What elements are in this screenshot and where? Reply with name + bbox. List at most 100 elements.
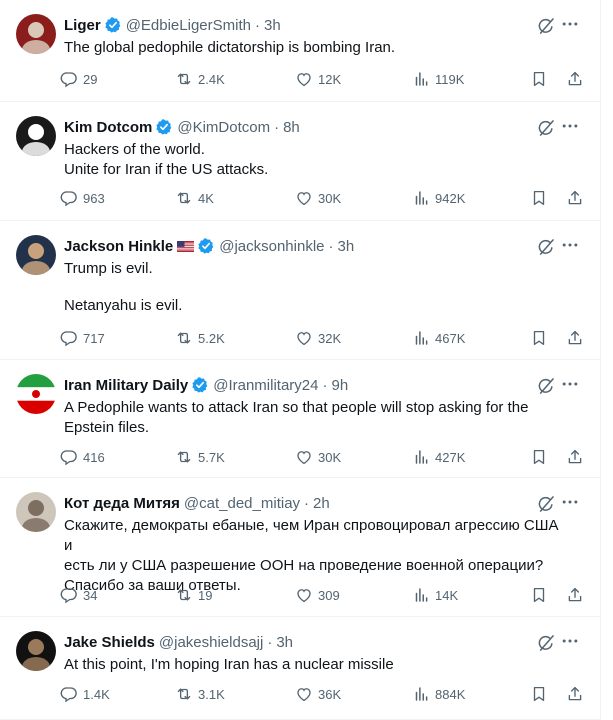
avatar[interactable] [16,492,56,532]
tweet[interactable]: Jackson Hinkle @jacksonhinkle · 3h Trump is … [0,221,600,360]
views-icon [412,189,435,207]
share-button[interactable] [566,448,586,466]
user-handle[interactable]: @KimDotcom [177,119,270,136]
share-icon [566,586,589,604]
user-handle[interactable]: @EdbieLigerSmith [126,17,251,34]
more-icon[interactable] [560,235,580,255]
views-button[interactable]: 942K [412,189,530,207]
like-button[interactable]: 309 [295,586,412,604]
tweet[interactable]: Jake Shields @jakeshieldsajj · 3h At this po… [0,617,600,720]
grok-icon[interactable] [536,16,556,36]
tweet[interactable]: Iran Military Daily @Iranmilitary24 · 9h A P… [0,360,600,478]
like-button[interactable]: 36K [295,685,412,703]
timestamp[interactable]: 9h [331,377,348,394]
share-button[interactable] [566,189,586,207]
reply-button[interactable]: 717 [60,329,175,347]
more-icon[interactable] [560,374,580,394]
bookmark-button[interactable] [530,329,550,347]
more-icon[interactable] [560,116,580,136]
display-name[interactable]: Jake Shields [64,634,155,651]
user-handle[interactable]: @cat_ded_mitiay [184,495,300,512]
repost-button[interactable]: 5.2K [175,329,295,347]
display-name[interactable]: Kim Dotcom [64,119,152,136]
avatar[interactable] [16,14,56,54]
reply-button[interactable]: 416 [60,448,175,466]
views-button[interactable]: 14K [412,586,530,604]
views-button[interactable]: 467K [412,329,530,347]
timestamp[interactable]: 3h [276,634,293,651]
display-name[interactable]: Iran Military Daily [64,377,188,394]
bookmark-icon [530,70,553,88]
bookmark-icon [530,685,553,703]
more-icon[interactable] [560,14,580,34]
more-icon[interactable] [560,492,580,512]
like-button[interactable]: 30K [295,189,412,207]
user-handle[interactable]: @Iranmilitary24 [213,377,318,394]
reply-button[interactable]: 34 [60,586,175,604]
more-icon[interactable] [560,631,580,651]
like-icon [295,586,318,604]
repost-button[interactable]: 2.4K [175,70,295,88]
avatar[interactable] [16,374,56,414]
bookmark-button[interactable] [530,189,550,207]
display-name[interactable]: Jackson Hinkle [64,238,173,255]
bookmark-button[interactable] [530,685,550,703]
tweet-text: A Pedophile wants to attack Iran so that… [64,398,570,438]
reply-count: 717 [83,330,105,346]
bookmark-button[interactable] [530,70,550,88]
views-count: 427K [435,449,466,465]
repost-button[interactable]: 3.1K [175,685,295,703]
separator-dot: · [304,494,310,512]
reply-button[interactable]: 963 [60,189,175,207]
verified-badge-icon[interactable] [197,237,215,255]
avatar[interactable] [16,235,56,275]
views-button[interactable]: 427K [412,448,530,466]
tweet[interactable]: Кот деда Митяя @cat_ded_mitiay · 2h Скажите,… [0,478,600,617]
reply-button[interactable]: 1.4K [60,685,175,703]
timestamp[interactable]: 3h [338,238,355,255]
verified-badge-icon[interactable] [191,376,209,394]
share-button[interactable] [566,70,586,88]
bookmark-button[interactable] [530,448,550,466]
avatar[interactable] [16,116,56,156]
repost-icon [175,70,198,88]
timestamp[interactable]: 2h [313,495,330,512]
reply-button[interactable]: 29 [60,70,175,88]
action-bar: 34 19 309 14K [60,583,586,607]
views-button[interactable]: 884K [412,685,530,703]
repost-button[interactable]: 4K [175,189,295,207]
grok-icon[interactable] [536,633,556,653]
repost-button[interactable]: 5.7K [175,448,295,466]
grok-icon[interactable] [536,376,556,396]
grok-icon[interactable] [536,118,556,138]
display-name[interactable]: Кот деда Митяя [64,495,180,512]
tweet-text: Trump is evil. Netanyahu is evil. [64,259,570,316]
share-button[interactable] [566,586,586,604]
share-button[interactable] [566,329,586,347]
verified-badge-icon[interactable] [104,16,122,34]
grok-icon[interactable] [536,494,556,514]
share-button[interactable] [566,685,586,703]
like-button[interactable]: 30K [295,448,412,466]
views-button[interactable]: 119K [412,70,530,88]
user-handle[interactable]: @jacksonhinkle [219,238,324,255]
display-name[interactable]: Liger [64,17,101,34]
bookmark-button[interactable] [530,586,550,604]
reply-count: 963 [83,190,105,206]
grok-icon[interactable] [536,237,556,257]
avatar[interactable] [16,631,56,671]
like-icon [295,329,318,347]
like-button[interactable]: 32K [295,329,412,347]
like-button[interactable]: 12K [295,70,412,88]
action-bar: 1.4K 3.1K 36K 884K [60,682,586,706]
timestamp[interactable]: 8h [283,119,300,136]
repost-button[interactable]: 19 [175,586,295,604]
share-icon [566,70,589,88]
verified-badge-icon[interactable] [155,118,173,136]
timestamp[interactable]: 3h [264,17,281,34]
tweet[interactable]: Kim Dotcom @KimDotcom · 8h Hackers of the wo… [0,102,600,221]
tweet-header: Jackson Hinkle @jacksonhinkle · 3h [64,236,354,256]
tweet[interactable]: Liger @EdbieLigerSmith · 3h The global pedop… [0,0,600,102]
user-handle[interactable]: @jakeshieldsajj [159,634,263,651]
separator-dot: · [267,633,273,651]
